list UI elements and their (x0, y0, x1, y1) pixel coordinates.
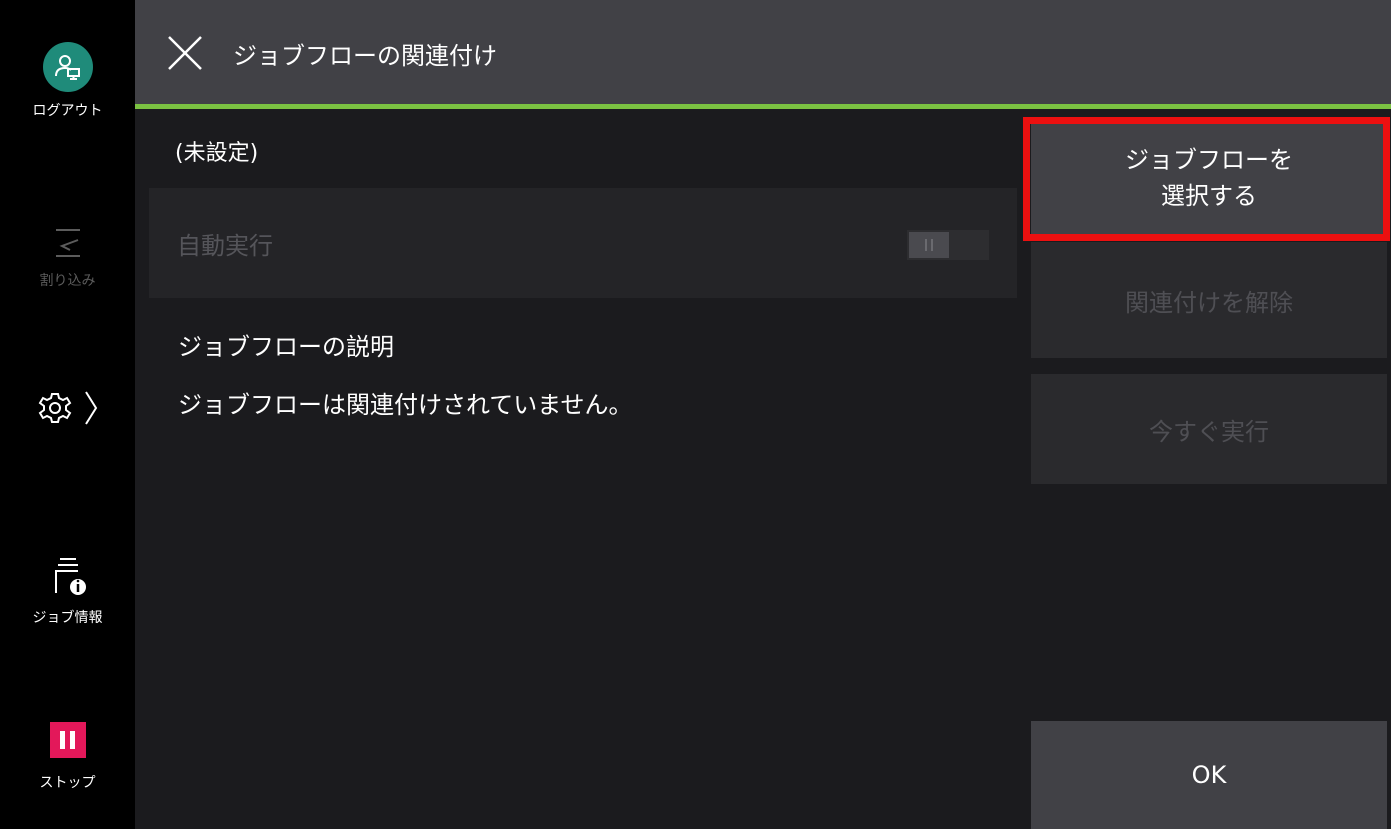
action-panel: ジョブフローを 選択する 関連付けを解除 今すぐ実行 OK (1031, 109, 1391, 829)
auto-run-toggle[interactable] (907, 230, 989, 260)
job-info-icon (48, 555, 88, 599)
auto-run-label: 自動実行 (177, 232, 273, 260)
chevron-right-icon (84, 391, 97, 425)
interrupt-button[interactable]: 割り込み (0, 222, 135, 290)
toggle-knob (909, 232, 949, 258)
job-info-label: ジョブ情報 (32, 610, 103, 626)
description-heading: ジョブフローの説明 (178, 333, 394, 361)
job-flow-status: (未設定) (175, 141, 259, 166)
description-text: ジョブフローは関連付けされていません。 (178, 391, 633, 419)
stop-button[interactable]: ストップ (0, 722, 135, 792)
settings-button[interactable] (0, 390, 135, 426)
logout-button[interactable]: ログアウト (0, 42, 135, 120)
run-now-button[interactable]: 今すぐ実行 (1031, 374, 1387, 484)
select-button-line2: 選択する (1161, 181, 1257, 210)
user-logout-icon (42, 42, 93, 92)
ok-button[interactable]: OK (1031, 721, 1387, 829)
interrupt-label: 割り込み (39, 273, 96, 289)
unlink-button[interactable]: 関連付けを解除 (1031, 242, 1387, 358)
select-button-line1: ジョブフローを (1125, 145, 1293, 174)
header-bar: ジョブフローの関連付け (135, 0, 1391, 104)
left-sidebar: ログアウト 割り込み ジョブ情報 ストップ (0, 0, 135, 829)
select-job-flow-button[interactable]: ジョブフローを 選択する (1031, 120, 1387, 235)
auto-run-row: 自動実行 (149, 188, 1017, 298)
main-panel: (未設定) 自動実行 ジョブフローの説明 ジョブフローは関連付けされていません。 (135, 109, 1031, 829)
close-button[interactable] (165, 33, 205, 73)
stop-label: ストップ (39, 775, 96, 791)
interrupt-icon (48, 222, 88, 262)
gear-icon (38, 393, 71, 423)
pause-icon (49, 722, 86, 758)
page-title: ジョブフローの関連付け (233, 42, 497, 70)
job-info-button[interactable]: ジョブ情報 (0, 555, 135, 627)
logout-label: ログアウト (32, 103, 103, 119)
close-icon (168, 36, 202, 70)
